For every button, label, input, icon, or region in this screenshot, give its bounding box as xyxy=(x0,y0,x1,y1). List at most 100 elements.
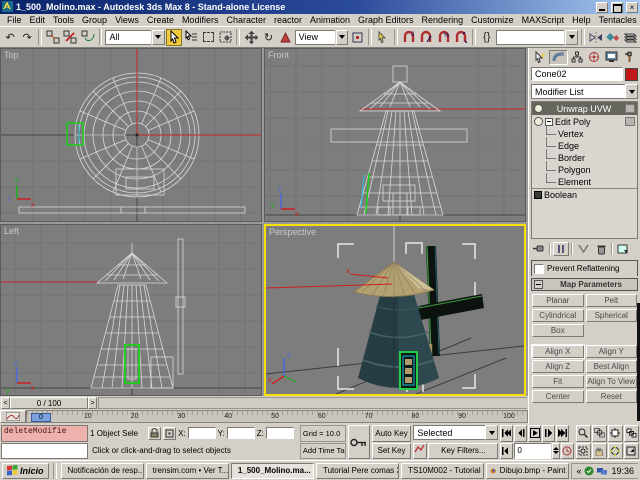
next-frame-icon[interactable] xyxy=(542,425,555,442)
zoom-extents-icon[interactable] xyxy=(608,425,623,442)
rollout-collapse-icon[interactable] xyxy=(534,280,543,289)
taskbar-task-button[interactable]: trensim.com • Ver T... xyxy=(146,463,229,479)
undo-icon[interactable]: ↶ xyxy=(2,29,18,46)
align-to-view-button[interactable]: Align To View xyxy=(586,375,638,388)
taskbar-task-button[interactable]: Tutorial Pere comas 3d xyxy=(316,463,399,479)
modifier-enabled-bulb-icon[interactable] xyxy=(534,117,543,126)
select-and-scale-icon[interactable] xyxy=(278,29,294,46)
center-button[interactable]: Center xyxy=(532,390,584,403)
menu-item[interactable]: Animation xyxy=(306,15,354,25)
cylindrical-button[interactable]: Cylindrical xyxy=(532,309,584,322)
menu-item[interactable]: MAXScript xyxy=(518,15,569,25)
select-and-move-icon[interactable] xyxy=(243,29,259,46)
align-y-button[interactable]: Align Y xyxy=(586,345,638,358)
pan-hand-icon[interactable] xyxy=(592,443,607,460)
tray-antivirus-icon[interactable] xyxy=(584,466,594,476)
redo-icon[interactable]: ↷ xyxy=(19,29,35,46)
set-key-button[interactable]: Set Key xyxy=(372,443,412,460)
menu-item[interactable]: Views xyxy=(111,15,143,25)
viewport-left-label[interactable]: Left xyxy=(4,226,19,236)
named-selection-arrow[interactable] xyxy=(565,30,577,45)
menu-item[interactable]: Character xyxy=(222,15,270,25)
selection-filter-arrow[interactable] xyxy=(152,30,164,45)
configure-modifier-sets-icon[interactable] xyxy=(615,242,631,256)
current-frame-field[interactable]: 0 xyxy=(514,443,550,460)
planar-button[interactable]: Planar xyxy=(532,294,584,307)
arc-rotate-icon[interactable] xyxy=(608,443,623,460)
viewport-perspective-label[interactable]: Perspective xyxy=(269,227,316,237)
menu-item[interactable]: Help xyxy=(568,15,595,25)
play-animation-icon[interactable] xyxy=(528,425,541,442)
select-by-name-icon[interactable] xyxy=(183,29,199,46)
start-button[interactable]: Inicio xyxy=(2,463,49,479)
select-and-manipulate-icon[interactable] xyxy=(375,29,391,46)
make-unique-icon[interactable] xyxy=(575,242,591,256)
y-coordinate-field[interactable] xyxy=(227,427,255,439)
taskbar-task-button[interactable]: TS10M002 - Tutorial ... xyxy=(401,463,484,479)
auto-key-button[interactable]: Auto Key xyxy=(372,425,412,442)
menu-item[interactable]: Tentacles xyxy=(595,15,640,25)
menu-item[interactable]: Edit xyxy=(26,15,50,25)
menu-item[interactable]: Customize xyxy=(467,15,518,25)
edit-named-selections-icon[interactable]: {} xyxy=(479,29,495,46)
selection-filter-dropdown[interactable]: All xyxy=(105,30,151,45)
unlink-selection-icon[interactable] xyxy=(62,29,78,46)
select-and-rotate-icon[interactable]: ↻ xyxy=(260,29,276,46)
maximize-button[interactable] xyxy=(611,2,623,13)
taskbar-task-button[interactable]: 1_500_Molino.ma... xyxy=(231,463,314,479)
stack-subobject-item[interactable]: Element xyxy=(532,176,637,188)
bind-to-spacewarp-icon[interactable] xyxy=(79,29,95,46)
viewport-front-label[interactable]: Front xyxy=(268,50,289,60)
tray-collapse-chevrons[interactable]: « xyxy=(576,466,581,476)
motion-tab-icon[interactable] xyxy=(586,50,604,65)
selection-set-arrow[interactable] xyxy=(485,425,498,440)
selection-set-dropdown[interactable]: Selected xyxy=(413,425,485,440)
stack-item-toggle-box[interactable] xyxy=(625,104,635,113)
key-mode-toggle-icon[interactable] xyxy=(500,443,513,460)
object-color-swatch[interactable] xyxy=(625,68,638,81)
layer-manager-icon[interactable] xyxy=(622,29,638,46)
default-in-out-tangent-icon[interactable] xyxy=(413,443,427,460)
go-to-start-icon[interactable] xyxy=(500,425,513,442)
display-tab-icon[interactable] xyxy=(603,50,621,65)
menu-item[interactable]: reactor xyxy=(270,15,306,25)
select-object-icon[interactable] xyxy=(166,29,182,46)
viewport-top-label[interactable]: Top xyxy=(4,50,19,60)
region-zoom-icon[interactable] xyxy=(576,443,591,460)
modifier-list-arrow[interactable] xyxy=(625,84,638,99)
time-slider-handle[interactable]: 0 / 100 xyxy=(10,397,88,409)
time-slider-track[interactable] xyxy=(98,397,527,409)
spherical-button[interactable]: Spherical xyxy=(586,309,638,322)
previous-frame-arrow[interactable]: < xyxy=(1,397,10,409)
modify-tab-icon[interactable] xyxy=(549,50,569,65)
selection-lock-icon[interactable] xyxy=(148,427,161,440)
spinner-snap-icon[interactable] xyxy=(453,29,469,46)
menu-item[interactable]: Rendering xyxy=(418,15,468,25)
set-key-mode-button[interactable] xyxy=(348,425,370,459)
hierarchy-tab-icon[interactable] xyxy=(568,50,586,65)
snaps-toggle-icon[interactable]: 3 xyxy=(401,29,417,46)
remove-modifier-icon[interactable] xyxy=(593,242,609,256)
track-bar-ruler[interactable]: 0102030405060708090100 xyxy=(26,410,528,423)
absolute-offset-toggle-icon[interactable] xyxy=(163,427,176,440)
zoom-extents-all-icon[interactable] xyxy=(624,425,639,442)
mirror-icon[interactable] xyxy=(588,29,604,46)
previous-frame-icon[interactable] xyxy=(514,425,527,442)
show-end-result-icon[interactable] xyxy=(553,242,569,256)
viewport-front[interactable]: Front xyxy=(264,48,526,222)
go-to-end-icon[interactable] xyxy=(556,425,569,442)
pelt-button[interactable]: Pelt xyxy=(586,294,638,307)
key-filters-button[interactable]: Key Filters... xyxy=(428,443,498,460)
listener-macro-line[interactable]: deleteModifie xyxy=(1,425,88,442)
box-button[interactable]: Box xyxy=(532,324,584,337)
taskbar-task-button[interactable]: Dibujo.bmp - Paint xyxy=(486,463,569,479)
menu-item[interactable]: Modifiers xyxy=(178,15,223,25)
viewport-perspective[interactable]: Perspective xyxy=(264,224,526,396)
taskbar-task-button[interactable]: Notificación de resp... xyxy=(61,463,144,479)
align-z-button[interactable]: Align Z xyxy=(532,360,584,373)
coord-system-arrow[interactable] xyxy=(336,30,348,45)
menu-item[interactable]: File xyxy=(3,15,26,25)
pin-stack-icon[interactable] xyxy=(531,242,547,256)
fit-button[interactable]: Fit xyxy=(532,375,584,388)
stack-item-boolean[interactable]: Boolean xyxy=(532,188,637,201)
